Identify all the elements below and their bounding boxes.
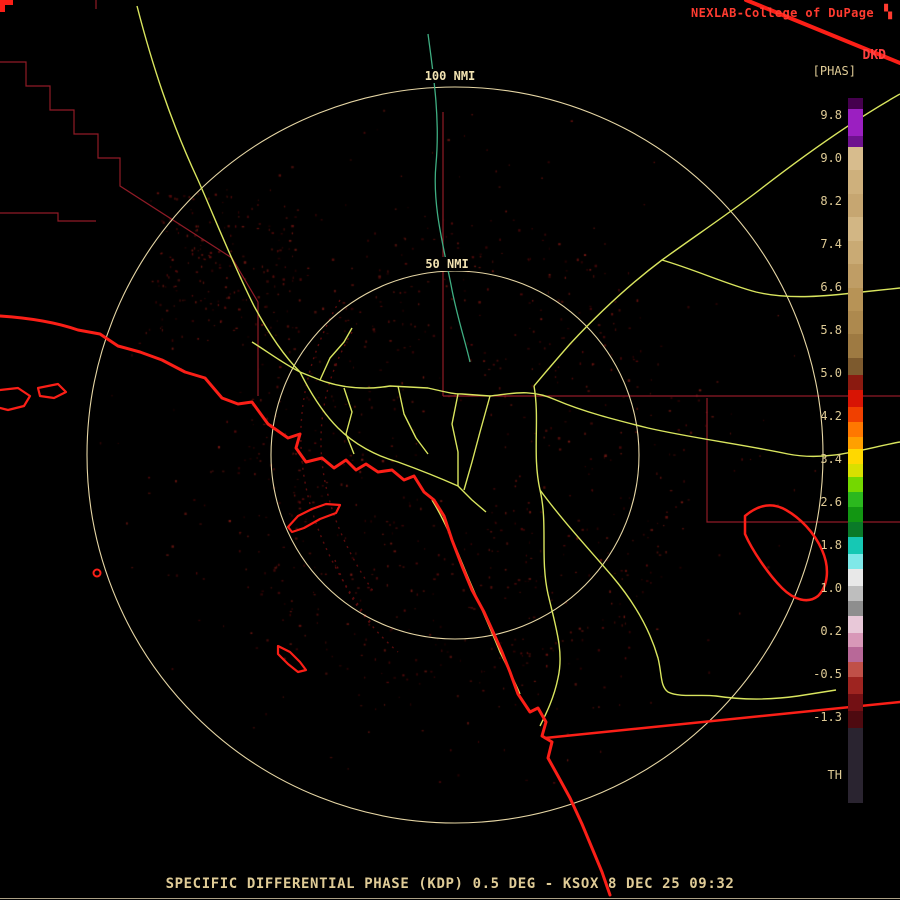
echo-clutter-arcs [300, 299, 399, 653]
colorbar-segment [848, 728, 863, 803]
colorbar-tick-label: 3.4 [820, 452, 842, 466]
colorbar-tick-label: 2.6 [820, 495, 842, 509]
units-label: [PHAS] [812, 64, 856, 78]
radar-map [0, 0, 900, 897]
colorbar-segment [848, 694, 863, 712]
colorbar-segment [848, 240, 863, 265]
county-line [0, 212, 96, 222]
colorbar-segment [848, 136, 863, 147]
colorbar-tick-label: 9.8 [820, 108, 842, 122]
range-ring-label-50: 50 NMI [422, 257, 472, 271]
highway-path [451, 393, 459, 486]
echo-arc [334, 559, 399, 653]
colorbar-tick-label: 5.0 [820, 366, 842, 380]
colorbar-segment [848, 521, 863, 537]
coastline-path [0, 314, 612, 897]
colorbar-segment [848, 389, 863, 407]
highway-path [661, 259, 900, 298]
colorbar-segment [848, 677, 863, 695]
highway-path [343, 387, 355, 455]
highway-path [136, 5, 301, 373]
bottom-border-line [0, 898, 900, 899]
colorbar-tick-label: 9.0 [820, 151, 842, 165]
product-code: DKD [862, 48, 886, 63]
colorbar-segment [848, 170, 863, 194]
product-caption: SPECIFIC DIFFERENTIAL PHASE (KDP) 0.5 DE… [165, 876, 735, 892]
san-clemente-island [276, 644, 308, 674]
colorbar-segment [848, 406, 863, 422]
colorbar-tick-label: 8.2 [820, 194, 842, 208]
highway-path [463, 395, 491, 491]
colorbar-segment [848, 357, 863, 375]
colorbar-segment [848, 568, 863, 586]
colorbar-segment [848, 374, 863, 390]
colorbar-segment [848, 108, 863, 137]
colorbar-segment [848, 662, 863, 678]
highway-path [533, 93, 900, 387]
colorbar-tick-label: -0.5 [813, 667, 842, 681]
colorbar-tick-label: 1.0 [820, 581, 842, 595]
channel-island-west [0, 386, 32, 412]
colorbar-segment [848, 193, 863, 218]
river [427, 33, 471, 363]
colorbar-tick-label: -1.3 [813, 710, 842, 724]
dupage-logo-icon: ▚ [884, 5, 892, 20]
channel-island-east [36, 382, 68, 400]
coastline-layer [0, 0, 900, 897]
range-rings [86, 86, 824, 824]
highway-path [397, 385, 429, 455]
colorbar-segment [848, 553, 863, 569]
colorbar-segment [848, 264, 863, 288]
colorbar-segment [848, 600, 863, 616]
river-path [427, 33, 471, 363]
colorbar-segment [848, 217, 863, 241]
colorbar-segment [848, 477, 863, 492]
colorbar-segment [848, 334, 863, 358]
corner-marks [0, 0, 13, 12]
range-ring-label-100: 100 NMI [421, 69, 479, 83]
colorbar-segment [848, 647, 863, 663]
colorbar-segment [848, 711, 863, 729]
corner-mark [0, 0, 5, 12]
colorbar-segment [848, 536, 863, 554]
colorbar-segment [848, 449, 863, 465]
colorbar-ticks: 9.8 9.0 8.2 7.4 6.6 5.8 5.0 4.2 3.4 2.6 1.8 1.0 0.2 -… [786, 98, 842, 818]
colorbar-segment [848, 310, 863, 335]
colorbar-tick-label: 7.4 [820, 237, 842, 251]
colorbar-segment [848, 491, 863, 507]
colorbar-segment [848, 98, 863, 109]
colorbar-segment [848, 147, 863, 171]
highway-path [457, 485, 487, 513]
colorbar-segment [848, 436, 863, 450]
colorbar-segment [848, 464, 863, 478]
santa-barbara-island [92, 568, 102, 578]
radar-viewport: NEXLAB-College of DuPage ▚ DKD [PHAS] 9.… [0, 0, 900, 900]
colorbar-segment [848, 615, 863, 633]
colorbar-segment [848, 421, 863, 437]
colorbar-tick-label: 6.6 [820, 280, 842, 294]
colorbar-tick-label: 1.8 [820, 538, 842, 552]
highway-path [319, 327, 353, 381]
colorbar-segment [848, 506, 863, 522]
colorbar-segment [848, 287, 863, 311]
brand-text: NEXLAB-College of DuPage [691, 6, 874, 20]
colorbar-threshold-label: TH [827, 768, 842, 782]
colorbar-tick-label: 5.8 [820, 323, 842, 337]
colorbar-tick-label: 4.2 [820, 409, 842, 423]
colorbar-segment [848, 632, 863, 648]
colorbar-segment [848, 585, 863, 601]
range-ring-100nmi [86, 86, 824, 824]
colorbar-tick-label: 0.2 [820, 624, 842, 638]
colorbar [848, 98, 863, 803]
highway-path [533, 385, 561, 727]
